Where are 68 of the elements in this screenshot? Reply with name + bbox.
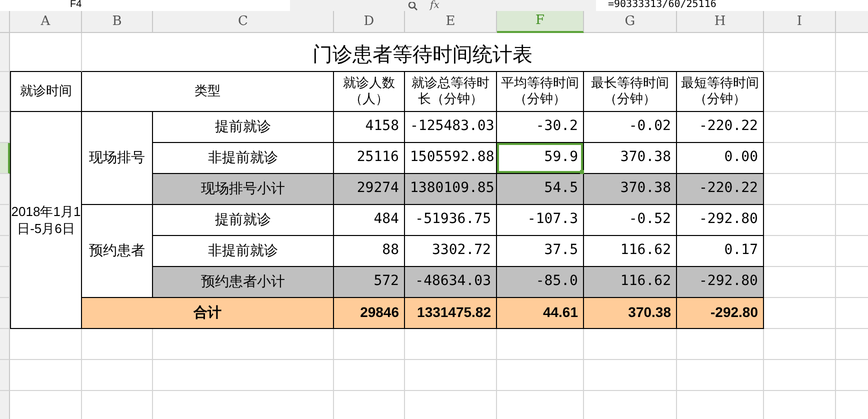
function-button[interactable]: fx	[430, 1, 440, 11]
table-cell: -292.80	[677, 204, 764, 236]
table-cell: -0.02	[584, 112, 677, 142]
column-header[interactable]: C	[153, 11, 334, 32]
table-cell: -0.52	[584, 204, 677, 236]
column-header[interactable]: E	[405, 11, 497, 32]
column-header[interactable]: A	[10, 11, 82, 32]
column-header[interactable]: B	[82, 11, 153, 32]
row-header[interactable]	[0, 142, 10, 174]
row-header[interactable]	[0, 112, 10, 142]
column-header[interactable]: D	[334, 11, 405, 32]
table-cell: -107.3	[497, 204, 584, 236]
table-cell: 0.00	[677, 142, 764, 174]
table-cell: -30.2	[497, 112, 584, 142]
row-header[interactable]	[0, 236, 10, 266]
table-cell: -51936.75	[405, 204, 497, 236]
header-cell: 就诊时间	[10, 72, 82, 112]
table-cell: 25116	[334, 142, 405, 174]
table-cell: 370.38	[584, 174, 677, 204]
row-label: 非提前就诊	[153, 142, 334, 174]
row-label: 非提前就诊	[153, 236, 334, 266]
name-box[interactable]: F4	[0, 0, 290, 11]
table-cell: -85.0	[497, 266, 584, 298]
table-cell: 29846	[334, 298, 405, 328]
row-header[interactable]	[0, 204, 10, 236]
row-label: 提前就诊	[153, 204, 334, 236]
table-cell: -292.80	[677, 266, 764, 298]
table-cell: 88	[334, 236, 405, 266]
table-cell: 59.9	[497, 142, 584, 174]
table-cell: 1380109.85	[405, 174, 497, 204]
column-header[interactable]: I	[764, 11, 836, 32]
table-cell: 370.38	[584, 142, 677, 174]
select-all-corner[interactable]	[0, 11, 10, 32]
row-header[interactable]	[0, 174, 10, 204]
table-cell: 44.61	[497, 298, 584, 328]
row-label: 提前就诊	[153, 112, 334, 142]
table-cell: -220.22	[677, 112, 764, 142]
table-cell: 572	[334, 266, 405, 298]
row-header[interactable]	[0, 298, 10, 328]
row-header[interactable]	[0, 266, 10, 298]
table-cell: 1505592.88	[405, 142, 497, 174]
row-header[interactable]	[0, 32, 10, 72]
table-cell: 484	[334, 204, 405, 236]
row-header[interactable]	[0, 328, 10, 360]
table-cell: 1331475.82	[405, 298, 497, 328]
total-label: 合计	[82, 298, 334, 328]
table-cell: 116.62	[584, 266, 677, 298]
search-icon[interactable]	[408, 2, 418, 11]
column-header[interactable]: H	[677, 11, 764, 32]
table-cell: -220.22	[677, 174, 764, 204]
column-header[interactable]: G	[584, 11, 677, 32]
table-cell: 116.62	[584, 236, 677, 266]
table-cell: 29274	[334, 174, 405, 204]
row-header[interactable]	[0, 390, 10, 419]
table-cell: 0.17	[677, 236, 764, 266]
table-cell: 37.5	[497, 236, 584, 266]
table-cell: 4158	[334, 112, 405, 142]
table-cell: 3302.72	[405, 236, 497, 266]
table-cell: 370.38	[584, 298, 677, 328]
row-label: 现场排号小计	[153, 174, 334, 204]
row-header[interactable]	[0, 72, 10, 112]
sheet-title: 门诊患者等待时间统计表	[82, 32, 764, 72]
table-cell: -48634.03	[405, 266, 497, 298]
table-cell: -292.80	[677, 298, 764, 328]
row-label: 预约患者小计	[153, 266, 334, 298]
table-cell: 54.5	[497, 174, 584, 204]
table-cell: -125483.03	[405, 112, 497, 142]
row-header[interactable]	[0, 360, 10, 390]
